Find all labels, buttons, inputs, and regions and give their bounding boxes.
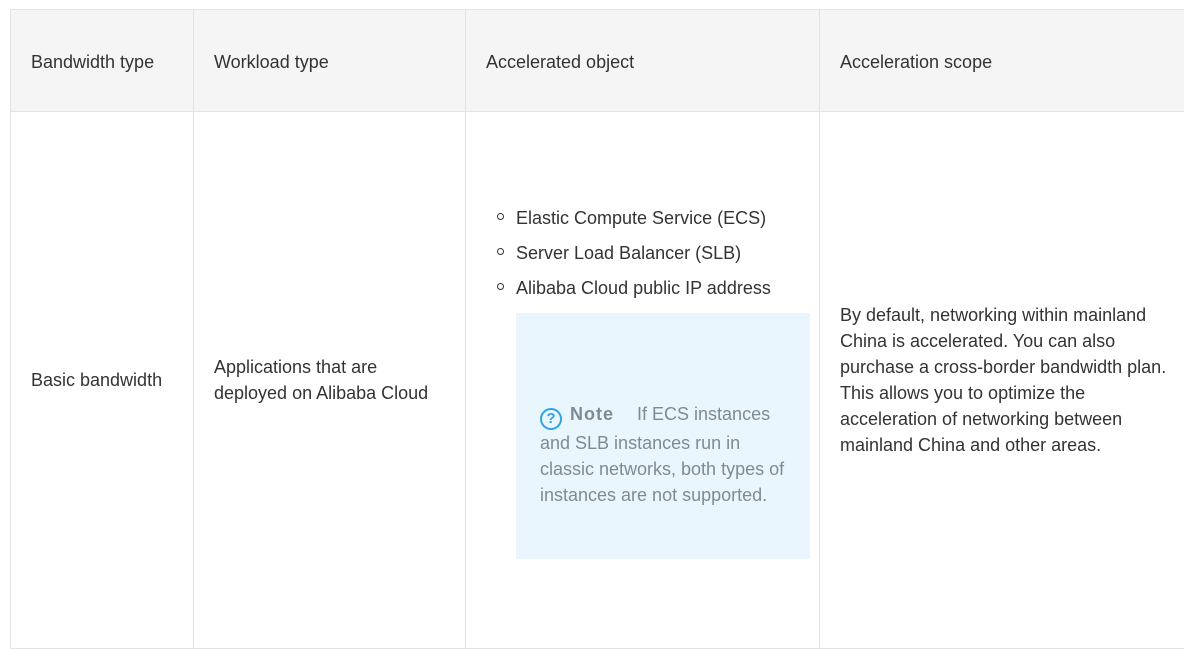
header-bandwidth-type: Bandwidth type (11, 10, 194, 112)
list-item-text: Alibaba Cloud public IP address (516, 278, 771, 298)
circle-bullet-icon (497, 283, 504, 290)
list-item: Alibaba Cloud public IP address (486, 275, 799, 301)
list-item: Elastic Compute Service (ECS) (486, 205, 799, 231)
cell-bandwidth-type: Basic bandwidth (11, 112, 194, 649)
note-head: ?Note (540, 404, 637, 424)
list-item-text: Elastic Compute Service (ECS) (516, 208, 766, 228)
note-label: Note (570, 404, 614, 424)
circle-bullet-icon (497, 248, 504, 255)
header-workload-type: Workload type (194, 10, 466, 112)
document-page: Bandwidth type Workload type Accelerated… (0, 0, 1184, 642)
table-row: Basic bandwidth Applications that are de… (11, 112, 1184, 649)
table-header-row: Bandwidth type Workload type Accelerated… (11, 10, 1184, 112)
bandwidth-table: Bandwidth type Workload type Accelerated… (10, 9, 1184, 649)
table-body: Basic bandwidth Applications that are de… (11, 112, 1184, 649)
list-item-text: Server Load Balancer (SLB) (516, 243, 741, 263)
circle-bullet-icon (497, 213, 504, 220)
list-item: Server Load Balancer (SLB) (486, 240, 799, 266)
note-box: ?Note If ECS instances and SLB instances… (516, 313, 810, 559)
cell-acceleration-scope: By default, networking within mainland C… (820, 112, 1184, 649)
header-accelerated-object: Accelerated object (466, 10, 820, 112)
table-header: Bandwidth type Workload type Accelerated… (11, 10, 1184, 112)
accelerated-object-list: Elastic Compute Service (ECS) Server Loa… (486, 205, 799, 301)
cell-workload-type: Applications that are deployed on Alibab… (194, 112, 466, 649)
header-acceleration-scope: Acceleration scope (820, 10, 1184, 112)
cell-accelerated-object: Elastic Compute Service (ECS) Server Loa… (466, 112, 820, 649)
question-circle-icon: ? (540, 408, 562, 430)
